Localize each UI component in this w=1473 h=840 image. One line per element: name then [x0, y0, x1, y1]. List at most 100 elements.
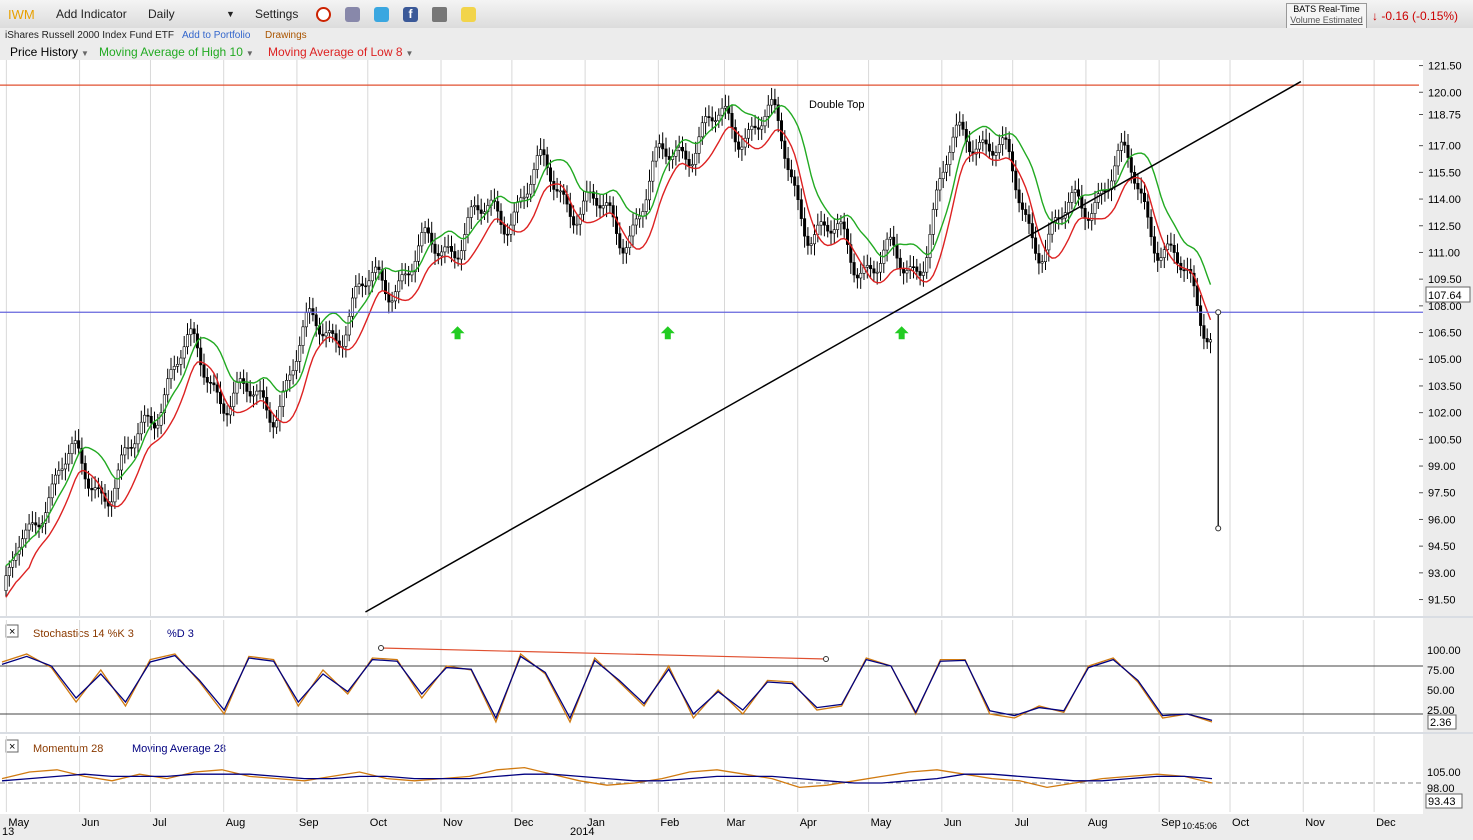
candle-body [1034, 237, 1038, 254]
candle-body [836, 223, 840, 230]
candle-body [275, 420, 279, 428]
candle-body [1014, 170, 1018, 191]
close-icon[interactable]: × [9, 626, 15, 638]
add-indicator-button[interactable]: Add Indicator [56, 7, 127, 21]
feed-volume-note: Volume Estimated [1290, 15, 1363, 25]
candle-body [232, 392, 236, 407]
candle-body [136, 433, 140, 445]
symbol-input[interactable]: IWM [8, 7, 35, 22]
candle-body [496, 201, 500, 212]
candle-body [73, 440, 77, 444]
candle-body [822, 221, 826, 226]
legend-price-label: Price History [10, 45, 79, 59]
candle-body [654, 146, 658, 162]
date-axis-label: Jun [944, 817, 962, 829]
twitter-icon[interactable] [374, 7, 389, 22]
price-tick-label: 105.00 [1428, 354, 1462, 366]
candle-body [70, 443, 74, 454]
candle-body [1001, 137, 1005, 145]
candle-body [944, 164, 948, 173]
candle-body [581, 200, 585, 215]
price-tick-label: 97.50 [1428, 488, 1456, 500]
divergence-handle[interactable] [378, 645, 384, 651]
candle-body [182, 346, 186, 359]
candle-body [651, 160, 655, 182]
candle-body [1017, 189, 1021, 204]
interval-dropdown-icon[interactable]: ▼ [226, 9, 235, 19]
stoch-label[interactable]: Stochastics 14 %K 3 [33, 628, 134, 640]
candle-body [997, 144, 1001, 153]
projection-handle[interactable] [1215, 525, 1222, 532]
candle-body [1195, 285, 1199, 306]
candle-body [1100, 190, 1104, 194]
candle-body [235, 381, 239, 394]
candle-body [77, 440, 81, 449]
candle-body [364, 285, 368, 288]
price-tick-label: 120.00 [1428, 87, 1462, 99]
settings-button[interactable]: Settings [255, 7, 298, 21]
close-icon[interactable]: × [9, 741, 15, 753]
date-axis-label: Sep [299, 817, 319, 829]
candle-body [525, 193, 529, 198]
candle-body [892, 236, 896, 246]
momentum-last-value: 93.43 [1428, 796, 1456, 808]
sticky-note-icon[interactable] [461, 7, 476, 22]
candle-body [1073, 189, 1077, 193]
momentum-ma-label[interactable]: Moving Average 28 [132, 743, 226, 755]
candle-body [436, 253, 440, 257]
legend-ma-low[interactable]: Moving Average of Low 8 ▼ [268, 45, 413, 59]
add-to-portfolio-link[interactable]: Add to Portfolio [182, 30, 250, 41]
divergence-handle[interactable] [823, 656, 829, 662]
candle-body [713, 120, 717, 123]
date-axis-label: Dec [514, 817, 534, 829]
start-year-label: 13 [2, 826, 14, 838]
candle-body [575, 223, 579, 226]
alarm-clock-icon[interactable] [316, 7, 331, 22]
candle-body [1146, 201, 1150, 218]
candle-body [568, 203, 572, 217]
candle-body [192, 328, 196, 335]
candle-body [786, 158, 790, 171]
candle-body [697, 136, 701, 154]
candle-body [740, 146, 744, 150]
candle-body [1156, 252, 1160, 261]
candle-body [24, 529, 28, 540]
camera-icon[interactable] [432, 7, 447, 22]
legend-price-history[interactable]: Price History ▼ [10, 45, 89, 59]
candle-body [387, 293, 391, 303]
candle-body [608, 202, 612, 206]
candle-body [331, 330, 335, 334]
candle-body [819, 221, 823, 226]
candle-body [63, 463, 67, 470]
candle-body [931, 209, 935, 235]
candle-body [723, 105, 727, 109]
candle-body [238, 378, 242, 383]
momentum-label[interactable]: Momentum 28 [33, 743, 103, 755]
candle-body [1116, 150, 1120, 167]
candle-body [1030, 223, 1034, 239]
last-price-value: 107.64 [1428, 290, 1462, 302]
chart-area[interactable]: 121.50 120.00 118.75 117.00 115.50 114.00 112.… [0, 60, 1473, 840]
price-tick-label: 114.00 [1428, 194, 1461, 206]
drawings-link[interactable]: Drawings [265, 30, 307, 41]
candle-body [1169, 243, 1173, 246]
books-icon[interactable] [345, 7, 360, 22]
facebook-icon[interactable]: f [403, 7, 418, 22]
price-tick-label: 115.50 [1428, 167, 1461, 179]
price-change-value: -0.16 (-0.15%) [1381, 9, 1459, 23]
legend-ma-high[interactable]: Moving Average of High 10 ▼ [99, 45, 254, 59]
candle-body [294, 361, 298, 371]
candle-body [885, 238, 889, 251]
projection-handle[interactable] [1215, 309, 1222, 316]
candle-body [479, 209, 483, 214]
candle-body [143, 414, 147, 423]
candle-body [426, 227, 430, 234]
interval-select[interactable]: Daily [148, 7, 175, 21]
candle-body [832, 229, 836, 234]
stoch-d-label[interactable]: %D 3 [167, 628, 194, 640]
date-axis-label: Nov [443, 817, 463, 829]
candle-body [87, 478, 91, 489]
candle-body [215, 384, 219, 393]
stoch-last-tag: 2.36 [1427, 714, 1457, 730]
candle-body [935, 189, 939, 210]
